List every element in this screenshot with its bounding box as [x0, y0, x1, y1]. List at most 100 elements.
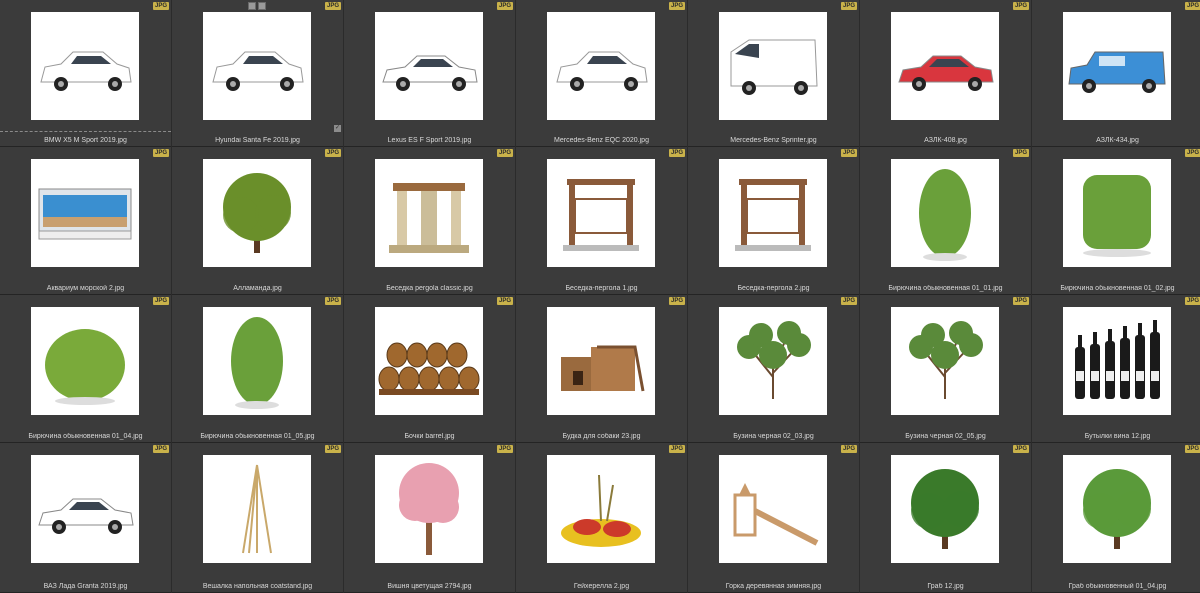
thumbnail-card[interactable]: JPG Mercedes-Benz Sprinter.jpg [688, 0, 859, 147]
filetype-badge: JPG [840, 297, 857, 305]
filetype-badge: JPG [668, 149, 685, 157]
thumbnail-card[interactable]: JPG Беседка pergola classic.jpg [344, 147, 515, 295]
file-name: Mercedes-Benz EQC 2020.jpg [554, 137, 649, 144]
bush-tall-icon[interactable] [203, 307, 311, 415]
filetype-badge: JPG [1184, 2, 1200, 10]
thumbnail-card[interactable]: JPG Mercedes-Benz EQC 2020.jpg [516, 0, 687, 147]
filetype-badge: JPG [1012, 2, 1029, 10]
thumbnail-card[interactable]: JPG Беседка-пергола 1.jpg [516, 147, 687, 295]
van-white-icon[interactable] [719, 12, 827, 120]
thumbnail-card[interactable]: JPG АЗЛК-408.jpg [860, 0, 1031, 147]
pergola-wood-icon[interactable] [547, 159, 655, 267]
filetype-badge: JPG [496, 297, 513, 305]
car-wagon-blue-icon[interactable] [1063, 12, 1171, 120]
filetype-badge: JPG [496, 445, 513, 453]
thumbnail-card[interactable]: JPG Беседка-пергола 2.jpg [688, 147, 859, 295]
car-suv-white-icon[interactable] [203, 12, 311, 120]
filetype-badge: JPG [1012, 445, 1029, 453]
filetype-badge: JPG [152, 2, 169, 10]
thumbnail-card[interactable]: JPG Бузина черная 02_03.jpg [688, 295, 859, 443]
shrub-sparse-icon[interactable] [719, 307, 827, 415]
car-suv-white-icon[interactable] [547, 12, 655, 120]
filetype-badge: JPG [152, 149, 169, 157]
tree-round-icon[interactable] [203, 159, 311, 267]
thumbnail-card[interactable]: JPG Вешалка напольная coatstand.jpg [172, 443, 343, 593]
filetype-badge: JPG [496, 149, 513, 157]
file-name: Бирючина обыкновенная 01_04.jpg [28, 433, 143, 440]
thumbnail-card[interactable]: JPG Бирючина обыкновенная 01_01.jpg [860, 147, 1031, 295]
bush-tall-icon[interactable] [891, 159, 999, 267]
tree-round-icon[interactable] [1063, 455, 1171, 563]
barrels-icon[interactable] [375, 307, 483, 415]
file-name: Бирючина обыкновенная 01_02.jpg [1060, 285, 1175, 292]
car-sedan-red-icon[interactable] [891, 12, 999, 120]
slash-square-icon[interactable] [258, 2, 266, 10]
thumbnail-card[interactable]: JPG Бирючина обыкновенная 01_04.jpg [0, 295, 171, 443]
filetype-badge: JPG [668, 445, 685, 453]
filetype-badge: JPG [1012, 149, 1029, 157]
bush-round-icon[interactable] [31, 307, 139, 415]
thumbnail-card[interactable]: JPG Бузина черная 02_05.jpg [860, 295, 1031, 443]
filetype-badge: JPG [324, 2, 341, 10]
wine-bottles-icon[interactable] [1063, 307, 1171, 415]
thumbnail-card[interactable]: JPG Бирючина обыкновенная 01_05.jpg [172, 295, 343, 443]
file-name: Граб 12.jpg [927, 583, 964, 590]
thumbnail-card[interactable]: JPG Бирючина обыкновенная 01_02.jpg [1032, 147, 1200, 295]
file-name: Граб обыкновенный 01_04.jpg [1068, 583, 1167, 590]
car-sedan-white-icon[interactable] [375, 12, 483, 120]
car-suv-white-icon[interactable] [31, 12, 139, 120]
filetype-badge: JPG [324, 445, 341, 453]
dog-house-icon[interactable] [547, 307, 655, 415]
pergola-stone-icon[interactable] [375, 159, 483, 267]
file-name: Бузина черная 02_05.jpg [905, 433, 986, 440]
file-name: Бирючина обыкновенная 01_05.jpg [200, 433, 315, 440]
pergola-wood-icon[interactable] [719, 159, 827, 267]
file-name: Беседка-пергола 1.jpg [565, 285, 638, 292]
thumbnail-card[interactable]: JPG BMW X5 M Sport 2019.jpg [0, 0, 171, 147]
filetype-badge: JPG [668, 297, 685, 305]
filetype-badge: JPG [1184, 149, 1200, 157]
file-name: Будка для собаки 23.jpg [562, 433, 641, 440]
thumbnail-card[interactable]: JPG Аквариум морской 2.jpg [0, 147, 171, 295]
filetype-badge: JPG [324, 149, 341, 157]
car-sedan-white-icon[interactable] [31, 455, 139, 563]
filetype-badge: JPG [1012, 297, 1029, 305]
file-name: Горка деревянная зимняя.jpg [725, 583, 822, 590]
aquarium-icon[interactable] [31, 159, 139, 267]
file-name: Lexus ES F Sport 2019.jpg [387, 137, 472, 144]
thumbnail-card[interactable]: JPG Бутылки вина 12.jpg [1032, 295, 1200, 443]
thumbnail-card[interactable]: JPG ВАЗ Лада Granta 2019.jpg [0, 443, 171, 593]
wood-slide-icon[interactable] [719, 455, 827, 563]
tree-round-icon[interactable] [891, 455, 999, 563]
checkbox-icon[interactable]: ✓ [334, 125, 341, 132]
label-toggle-icons[interactable] [248, 2, 266, 10]
file-name: Hyundai Santa Fe 2019.jpg [215, 137, 300, 144]
coatstand-icon[interactable] [203, 455, 311, 563]
file-name: Аквариум морской 2.jpg [46, 285, 125, 292]
thumbnail-card[interactable]: JPG АЗЛК-434.jpg [1032, 0, 1200, 147]
shrub-sparse-icon[interactable] [891, 307, 999, 415]
thumbnail-card[interactable]: JPG Вишня цветущая 2794.jpg [344, 443, 515, 593]
file-name: Бирючина обыкновенная 01_01.jpg [888, 285, 1003, 292]
file-name: АЗЛК-408.jpg [924, 137, 967, 144]
thumbnail-card[interactable]: JPG Горка деревянная зимняя.jpg [688, 443, 859, 593]
file-name: Вешалка напольная coatstand.jpg [202, 583, 313, 590]
thumbnail-card[interactable]: JPG Lexus ES F Sport 2019.jpg [344, 0, 515, 147]
file-name: Беседка pergola classic.jpg [386, 285, 473, 292]
bush-box-icon[interactable] [1063, 159, 1171, 267]
file-name: Бузина черная 02_03.jpg [733, 433, 814, 440]
filetype-badge: JPG [840, 2, 857, 10]
thumbnail-card[interactable]: JPG ✓ Hyundai Santa Fe 2019.jpg [172, 0, 343, 147]
thumbnail-card[interactable]: JPG Гейхерелла 2.jpg [516, 443, 687, 593]
flower-plant-icon[interactable] [547, 455, 655, 563]
tree-blossom-icon[interactable] [375, 455, 483, 563]
square-icon[interactable] [248, 2, 256, 10]
thumbnail-card[interactable]: JPG Алламанда.jpg [172, 147, 343, 295]
thumbnail-card[interactable]: JPG Бочки barrel.jpg [344, 295, 515, 443]
file-name: Гейхерелла 2.jpg [573, 583, 630, 590]
file-name: BMW X5 M Sport 2019.jpg [44, 137, 127, 144]
thumbnail-card[interactable]: JPG Граб обыкновенный 01_04.jpg [1032, 443, 1200, 593]
filetype-badge: JPG [1184, 445, 1200, 453]
thumbnail-card[interactable]: JPG Будка для собаки 23.jpg [516, 295, 687, 443]
thumbnail-card[interactable]: JPG Граб 12.jpg [860, 443, 1031, 593]
